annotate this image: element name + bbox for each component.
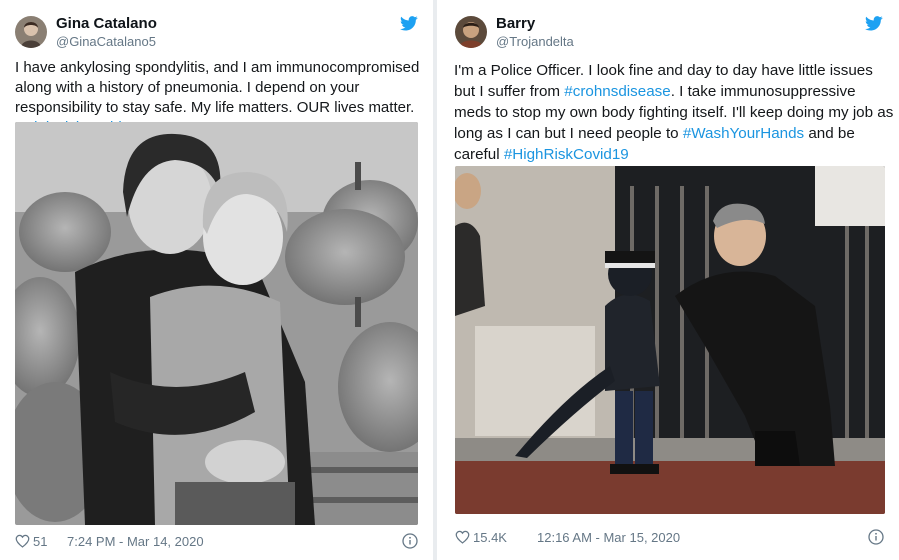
hashtag-link-washhands[interactable]: #WashYourHands <box>683 125 804 142</box>
hashtag-link-crohns[interactable]: #crohnsdisease <box>564 83 670 100</box>
heart-icon[interactable] <box>455 530 470 544</box>
display-name[interactable]: Gina Catalano <box>56 14 157 33</box>
tweet-card-gina[interactable]: Gina Catalano @GinaCatalano5 I have anky… <box>0 0 433 560</box>
user-handle[interactable]: @GinaCatalano5 <box>56 33 157 51</box>
tweet-text: I'm a Police Officer. I look fine and da… <box>454 60 894 165</box>
timestamp[interactable]: 7:24 PM - Mar 14, 2020 <box>67 534 204 549</box>
tweet-footer: 51 7:24 PM - Mar 14, 2020 <box>15 532 418 552</box>
tweet-footer: 15.4K 12:16 AM - Mar 15, 2020 <box>455 528 884 548</box>
hashtag-link-highrisk[interactable]: #HighRiskCovid19 <box>504 146 629 163</box>
tweet-card-barry[interactable]: Barry @Trojandelta I'm a Police Officer.… <box>437 0 899 560</box>
timestamp[interactable]: 12:16 AM - Mar 15, 2020 <box>537 530 680 545</box>
tweet-header: Gina Catalano @GinaCatalano5 <box>15 14 418 54</box>
heart-icon[interactable] <box>15 534 30 548</box>
twitter-bird-icon[interactable] <box>865 16 883 31</box>
twitter-bird-icon[interactable] <box>400 16 418 31</box>
avatar[interactable] <box>455 16 487 48</box>
tweet-header: Barry @Trojandelta <box>455 14 883 54</box>
info-icon[interactable] <box>868 529 884 545</box>
photo-police-officer-child-dinosaur[interactable] <box>455 166 885 514</box>
like-count[interactable]: 15.4K <box>473 530 507 545</box>
info-icon[interactable] <box>402 533 418 549</box>
avatar[interactable] <box>15 16 47 48</box>
photo-mother-son-pumpkins[interactable] <box>15 122 418 525</box>
like-count[interactable]: 51 <box>33 534 47 549</box>
user-handle[interactable]: @Trojandelta <box>496 33 574 51</box>
tweet-text-body: I have ankylosing spondylitis, and I am … <box>15 59 420 116</box>
display-name[interactable]: Barry <box>496 14 574 33</box>
